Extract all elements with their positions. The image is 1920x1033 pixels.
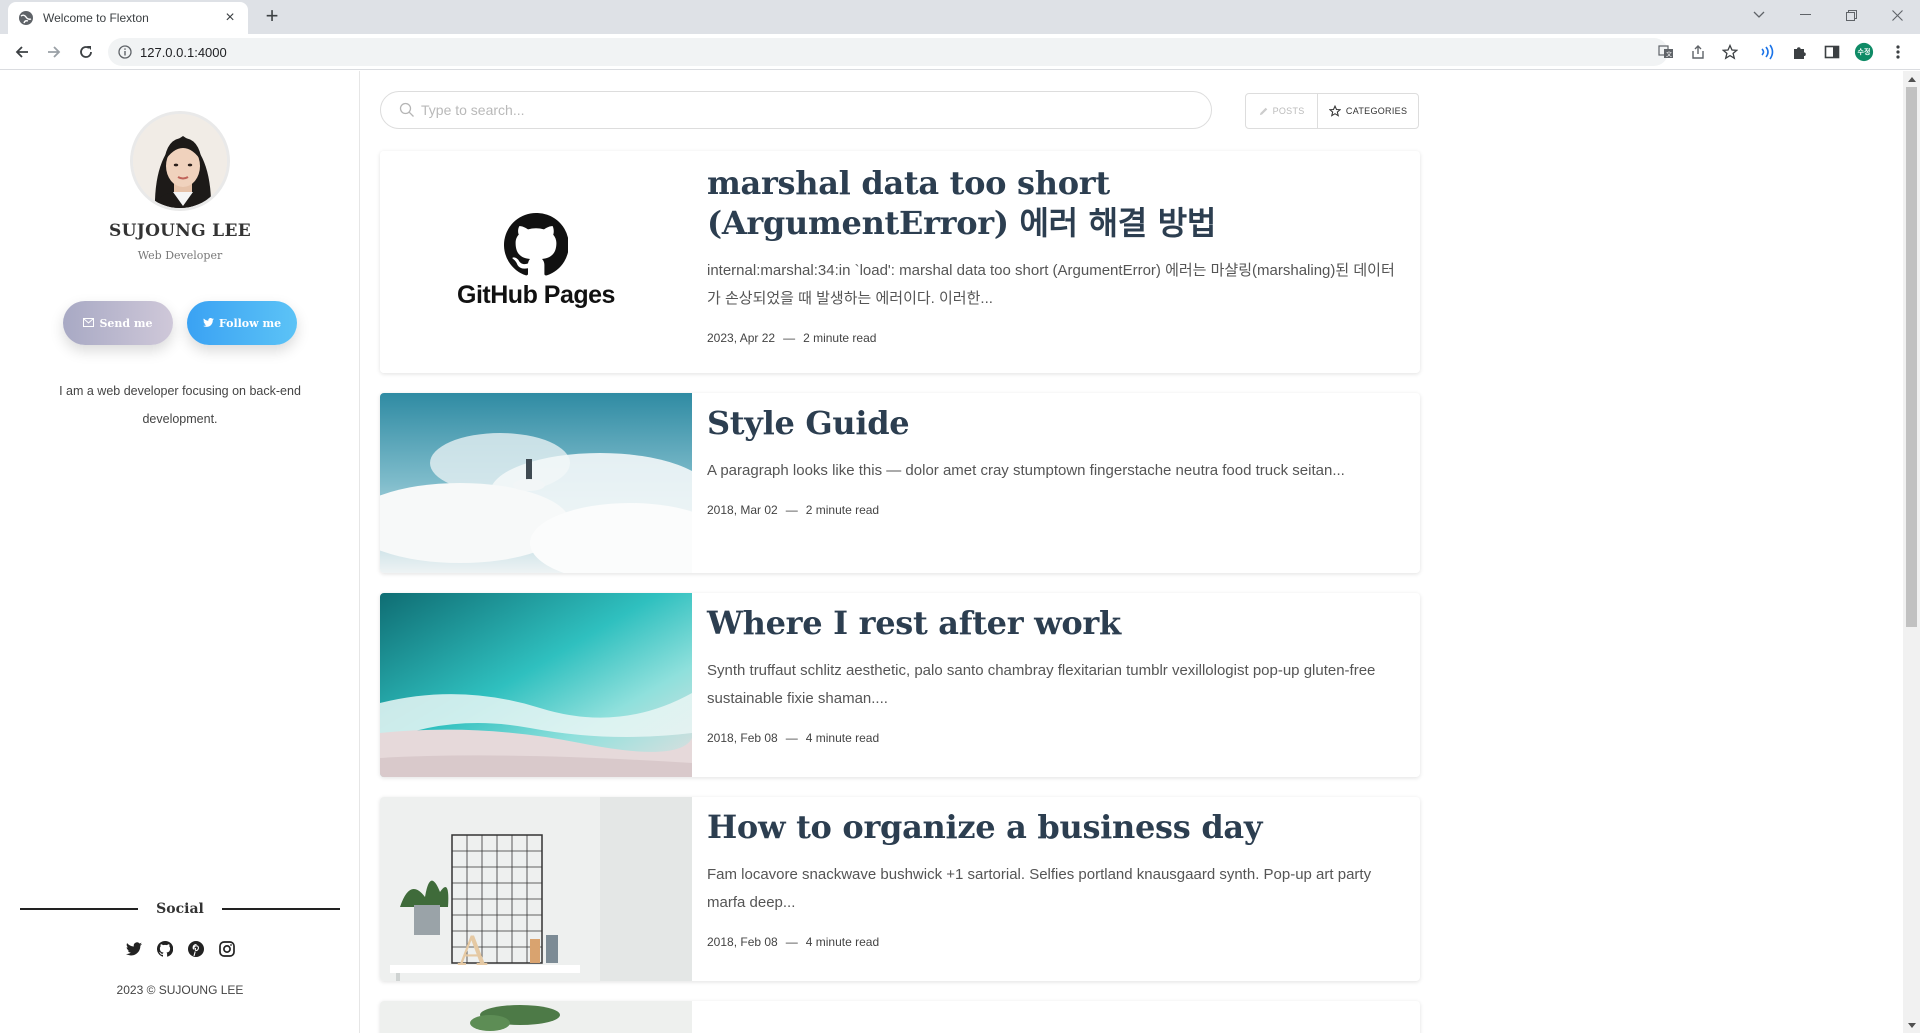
reload-icon[interactable]: [74, 40, 98, 64]
tab-title: Welcome to Flexton: [43, 11, 149, 25]
post-meta: 2018, Feb 08—4 minute read: [707, 731, 880, 745]
browser-toolbar: 127.0.0.1:4000 文 수정: [0, 34, 1920, 70]
divider: [20, 908, 139, 910]
translate-icon[interactable]: 文: [1656, 42, 1676, 62]
twitter-bird-icon: [203, 317, 214, 330]
send-me-label: Send me: [99, 316, 153, 330]
globe-icon: [18, 10, 34, 26]
search-input[interactable]: [421, 102, 1121, 118]
github-pages-wordmark: GitHub Pages: [457, 281, 615, 309]
search-icon: [399, 102, 415, 118]
post-date: 2018, Mar 02: [707, 503, 778, 517]
post-card[interactable]: GitHub Pages marshal data too short (Arg…: [380, 151, 1420, 373]
post-thumbnail-plant: [380, 1001, 692, 1033]
follow-me-button[interactable]: Follow me: [187, 301, 297, 345]
profile-avatar[interactable]: 수정: [1854, 42, 1874, 62]
share-icon[interactable]: [1688, 42, 1708, 62]
post-excerpt: Fam locavore snackwave bushwick +1 sarto…: [707, 866, 1372, 911]
post-meta: 2018, Feb 08—4 minute read: [707, 935, 880, 949]
social-title: Social: [156, 901, 204, 917]
extension-audio-icon[interactable]: [1758, 42, 1778, 62]
scrollbar-thumb[interactable]: [1906, 87, 1917, 627]
svg-text:文: 文: [1666, 51, 1672, 59]
categories-toggle-button[interactable]: CATEGORIES: [1317, 94, 1418, 128]
post-title[interactable]: How to organize a business day: [707, 807, 1397, 847]
author-role: Web Developer: [137, 249, 223, 262]
search-bar[interactable]: [380, 91, 1212, 129]
star-icon: [1328, 105, 1341, 117]
profile-initial: 수정: [1857, 49, 1871, 56]
social-links: [0, 939, 360, 958]
address-bar[interactable]: 127.0.0.1:4000: [108, 38, 1668, 66]
minimize-button[interactable]: [1782, 0, 1828, 30]
scroll-down-arrow-icon[interactable]: [1903, 1017, 1920, 1033]
extensions-puzzle-icon[interactable]: [1790, 42, 1810, 62]
post-title[interactable]: Where I rest after work: [707, 603, 1397, 643]
posts-toggle-label: POSTS: [1272, 106, 1305, 116]
browser-menu-icon[interactable]: [1888, 42, 1908, 62]
send-me-button[interactable]: Send me: [63, 301, 173, 345]
divider: [221, 908, 340, 910]
post-meta: 2018, Mar 02—2 minute read: [707, 503, 880, 517]
instagram-icon[interactable]: [217, 939, 236, 958]
social-heading: Social: [20, 901, 340, 917]
post-excerpt: internal:marshal:34:in `load': marshal d…: [707, 262, 1395, 307]
categories-toggle-label: CATEGORIES: [1345, 106, 1408, 116]
post-read-time: 4 minute read: [805, 731, 880, 745]
browser-tab[interactable]: Welcome to Flexton ×: [8, 2, 248, 34]
copyright: 2023 © SUJOUNG LEE: [116, 983, 244, 997]
post-thumbnail-github-pages: GitHub Pages: [380, 151, 692, 373]
post-card[interactable]: A How to organize a business day Fam loc…: [380, 797, 1420, 981]
github-icon[interactable]: [155, 939, 174, 958]
browser-tabstrip: Welcome to Flexton × +: [0, 0, 1920, 34]
post-date: 2018, Feb 08: [707, 731, 778, 745]
tab-close-button[interactable]: ×: [222, 9, 238, 27]
post-thumbnail-beach: [380, 593, 692, 777]
post-date: 2023, Apr 22: [707, 331, 776, 345]
new-tab-button[interactable]: +: [260, 5, 284, 29]
post-thumbnail-desk: A: [380, 797, 692, 981]
post-thumbnail-misty-sea: [380, 393, 692, 573]
post-read-time: 2 minute read: [803, 331, 877, 345]
author-name: SUJOUNG LEE: [109, 221, 251, 241]
post-read-time: 4 minute read: [805, 935, 880, 949]
envelope-icon: [83, 317, 95, 330]
github-logo-icon: [504, 213, 568, 276]
pinterest-icon[interactable]: [186, 939, 205, 958]
post-title[interactable]: marshal data too short (ArgumentError) 에…: [707, 163, 1397, 243]
side-panel-icon[interactable]: [1822, 42, 1842, 62]
post-read-time: 2 minute read: [805, 503, 880, 517]
forward-icon[interactable]: [42, 40, 66, 64]
bookmark-star-icon[interactable]: [1720, 42, 1740, 62]
avatar: [130, 111, 230, 211]
back-icon[interactable]: [10, 40, 34, 64]
post-title[interactable]: Style Guide: [707, 403, 1397, 443]
page-content: SUJOUNG LEE Web Developer Send me Follow…: [0, 71, 1920, 1033]
close-window-button[interactable]: [1874, 0, 1920, 30]
url-text: 127.0.0.1:4000: [140, 44, 227, 60]
post-date: 2018, Feb 08: [707, 935, 778, 949]
twitter-icon[interactable]: [124, 939, 143, 958]
post-meta: 2023, Apr 22—2 minute read: [707, 331, 877, 345]
restore-button[interactable]: [1828, 0, 1874, 30]
scroll-up-arrow-icon[interactable]: [1903, 71, 1920, 87]
post-excerpt: A paragraph looks like this — dolor amet…: [707, 462, 1345, 479]
post-card[interactable]: [380, 1001, 1420, 1033]
site-info-icon[interactable]: [118, 45, 132, 59]
profile-sidebar: SUJOUNG LEE Web Developer Send me Follow…: [0, 71, 360, 1033]
tab-search-icon[interactable]: [1736, 0, 1782, 30]
author-bio: I am a web developer focusing on back-en…: [59, 384, 301, 426]
view-toggle: POSTS CATEGORIES: [1245, 93, 1419, 129]
follow-me-label: Follow me: [218, 316, 282, 330]
post-excerpt: Synth truffaut schlitz aesthetic, palo s…: [707, 662, 1376, 707]
posts-toggle-button[interactable]: POSTS: [1246, 94, 1317, 128]
post-card[interactable]: Where I rest after work Synth truffaut s…: [380, 593, 1420, 777]
pencil-icon: [1259, 107, 1268, 116]
post-card[interactable]: Style Guide A paragraph looks like this …: [380, 393, 1420, 573]
page-scrollbar[interactable]: [1903, 71, 1920, 1033]
